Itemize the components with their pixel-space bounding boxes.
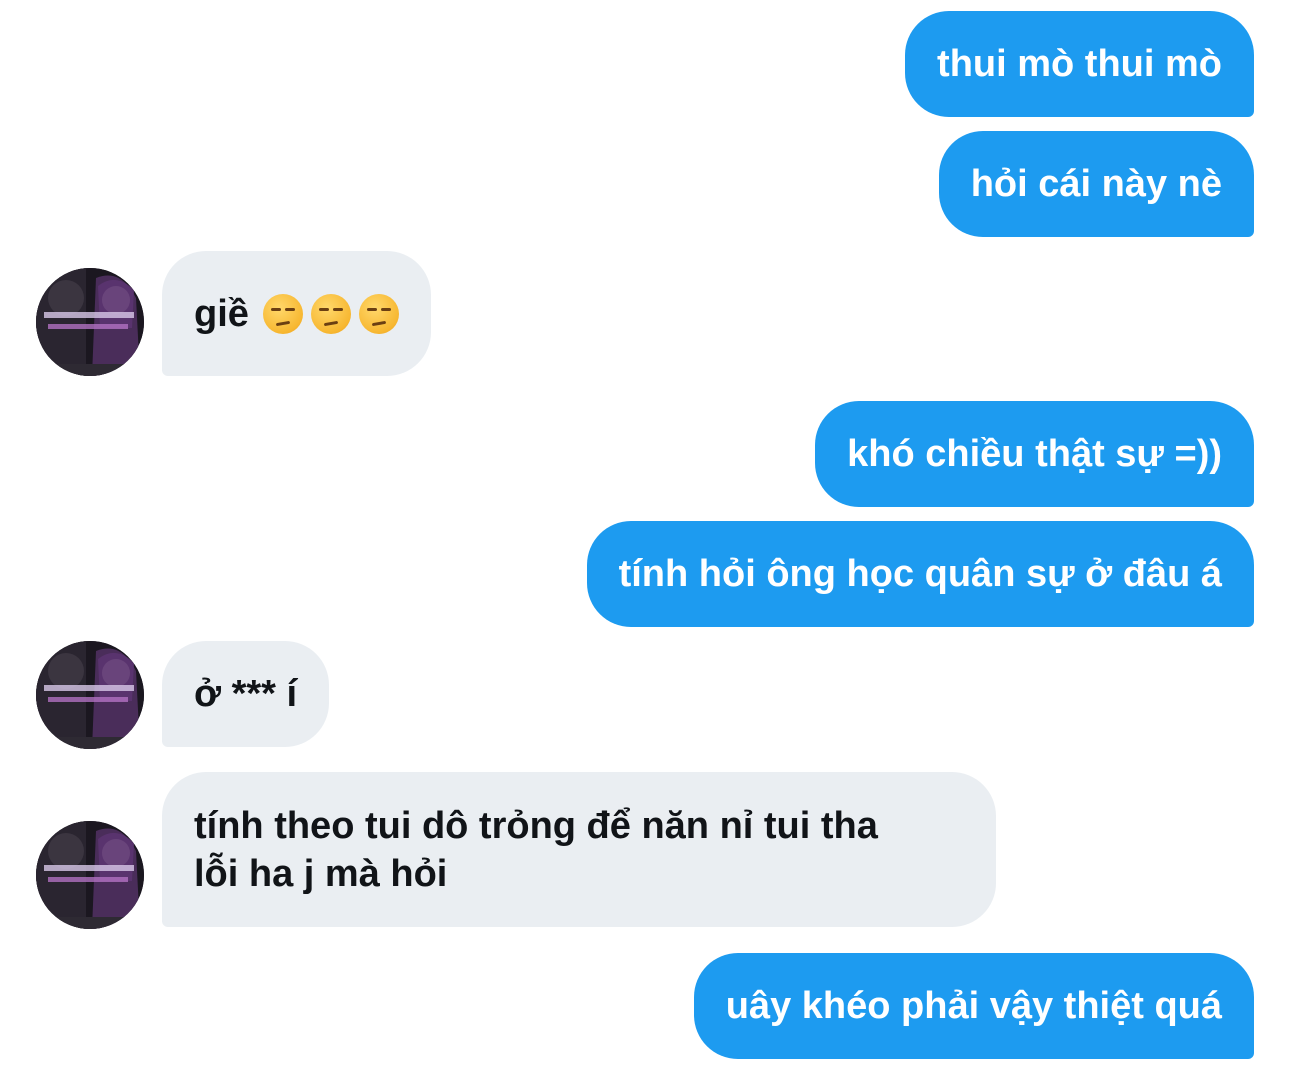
outgoing-message[interactable]: uây khéo phải vậy thiệt quá — [693, 953, 1254, 1059]
message-text: ở *** í — [194, 673, 298, 715]
avatar-image — [36, 268, 144, 376]
avatar-image — [36, 821, 144, 929]
outgoing-message[interactable]: khó chiều thật sự =)) — [815, 401, 1254, 507]
message-text: hỏi cái này nè — [970, 163, 1222, 205]
incoming-message[interactable]: giề — [162, 251, 431, 376]
incoming-message[interactable]: tính theo tui dô trỏng để năn nỉ tui tha… — [162, 772, 996, 927]
unamused-face-emoji — [262, 293, 303, 334]
message-text-line: lỗi ha j mà hỏi — [194, 852, 448, 895]
outgoing-message[interactable]: thui mò thui mò — [905, 11, 1254, 117]
message-text: giề — [194, 292, 249, 335]
contact-avatar[interactable] — [36, 821, 144, 929]
outgoing-message[interactable]: hỏi cái này nè — [938, 131, 1254, 237]
contact-avatar[interactable] — [36, 641, 144, 749]
outgoing-message[interactable]: tính hỏi ông học quân sự ở đâu á — [586, 521, 1254, 627]
message-text: uây khéo phải vậy thiệt quá — [725, 985, 1222, 1027]
message-text-line: tính theo tui dô trỏng để năn nỉ tui tha — [194, 804, 878, 847]
message-text: thui mò thui mò — [937, 43, 1222, 85]
unamused-face-emoji — [358, 293, 399, 334]
message-text: khó chiều thật sự =)) — [847, 433, 1222, 475]
unamused-face-emoji — [310, 293, 351, 334]
message-text: tính hỏi ông học quân sự ở đâu á — [618, 553, 1222, 595]
incoming-message[interactable]: ở *** í — [162, 641, 330, 747]
avatar-image — [36, 641, 144, 749]
contact-avatar[interactable] — [36, 268, 144, 376]
